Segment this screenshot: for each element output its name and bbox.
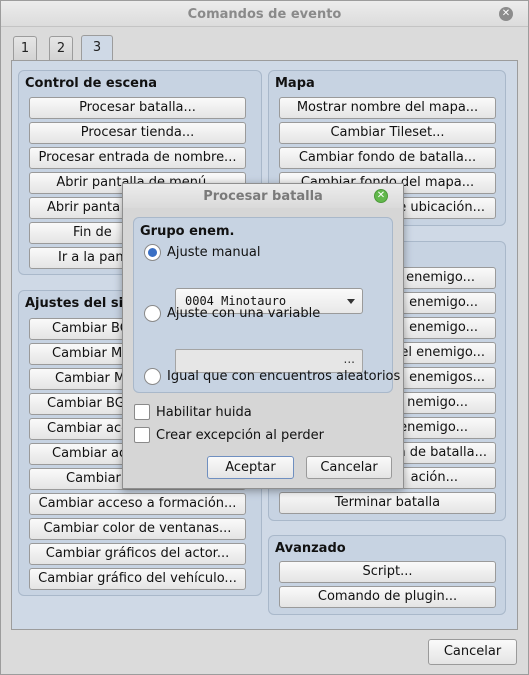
group-title-scene-control: Control de escena — [25, 76, 158, 91]
name-input-button[interactable]: Procesar entrada de nombre... — [29, 147, 246, 169]
change-battle-back-button[interactable]: Cambiar fondo de batalla... — [279, 147, 496, 169]
variable-browse-button[interactable]: ... — [344, 352, 355, 366]
battle-processing-dialog: Procesar batalla ✕ Grupo enem. Ajuste ma… — [122, 183, 404, 489]
chevron-down-icon — [347, 299, 355, 304]
dialog-title: Procesar batalla — [203, 189, 323, 204]
can-lose-checkbox[interactable] — [134, 427, 150, 443]
change-tileset-button[interactable]: Cambiar Tileset... — [279, 122, 496, 144]
abort-battle-button[interactable]: Terminar batalla — [279, 492, 496, 514]
can-escape-label: Habilitar huida — [156, 405, 252, 420]
variable-radio-label: Ajuste con una variable — [167, 306, 321, 321]
can-lose-label: Crear excepción al perder — [156, 428, 324, 443]
tab-3[interactable]: 3 — [81, 35, 113, 61]
dialog-cancel-button[interactable]: Cancelar — [306, 456, 392, 479]
dialog-title-bar: Procesar batalla ✕ — [123, 184, 403, 208]
group-advanced: Avanzado Script... Comando de plugin... — [268, 535, 506, 615]
troop-group: Grupo enem. Ajuste manual 0004 Minotauro… — [133, 217, 400, 393]
change-actor-images-button[interactable]: Cambiar gráficos del actor... — [29, 543, 246, 565]
script-button[interactable]: Script... — [279, 561, 496, 583]
random-encounter-radio-label: Igual que con encuentros aleatorios — [167, 369, 401, 384]
change-formation-access-button[interactable]: Cambiar acceso a formación... — [29, 493, 246, 515]
tab-1[interactable]: 1 — [13, 36, 37, 61]
title-bar: Comandos de evento ✕ — [1, 1, 528, 27]
show-map-name-button[interactable]: Mostrar nombre del mapa... — [279, 97, 496, 119]
manual-radio-label: Ajuste manual — [167, 245, 261, 260]
troop-group-title: Grupo enem. — [140, 224, 235, 239]
cancel-button[interactable]: Cancelar — [428, 639, 517, 665]
plugin-command-button[interactable]: Comando de plugin... — [279, 586, 496, 608]
group-title-system-settings: Ajustes del si — [25, 296, 124, 311]
can-escape-checkbox[interactable] — [134, 404, 150, 420]
ok-button[interactable]: Aceptar — [207, 456, 294, 479]
dialog-close-icon[interactable]: ✕ — [374, 189, 388, 203]
shop-processing-button[interactable]: Procesar tienda... — [29, 122, 246, 144]
group-title-map: Mapa — [275, 76, 315, 91]
tab-2[interactable]: 2 — [49, 36, 73, 61]
window-title: Comandos de evento — [187, 7, 342, 22]
manual-radio[interactable] — [144, 244, 161, 261]
close-icon[interactable]: ✕ — [499, 7, 513, 21]
variable-radio[interactable] — [144, 305, 161, 322]
battle-processing-button[interactable]: Procesar batalla... — [29, 97, 246, 119]
change-window-color-button[interactable]: Cambiar color de ventanas... — [29, 518, 246, 540]
change-vehicle-image-button[interactable]: Cambiar gráfico del vehículo... — [29, 568, 246, 590]
random-encounter-radio[interactable] — [144, 368, 161, 385]
group-title-advanced: Avanzado — [275, 541, 346, 556]
